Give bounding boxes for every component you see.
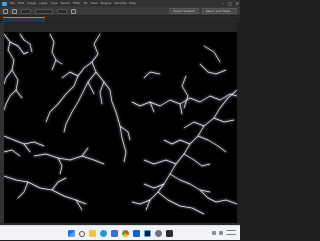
select-and-mask-button[interactable]: Select and Mask... [201, 8, 237, 14]
canvas-area [4, 22, 237, 223]
system-tray [212, 230, 236, 235]
minimize-icon[interactable]: – [222, 1, 224, 6]
menu-item-image[interactable]: Image [27, 0, 36, 7]
menu-item-type[interactable]: Type [51, 0, 58, 7]
menu-item-filter[interactable]: Filter [73, 0, 80, 7]
menu-item-help[interactable]: Help [129, 0, 136, 7]
store-icon[interactable] [110, 230, 118, 237]
select-subject-button[interactable]: Select Subject [169, 8, 199, 14]
options-bar-right: Select Subject Select and Mask... [169, 8, 237, 14]
menu-item-edit[interactable]: Edit [18, 0, 24, 7]
menu-item-select[interactable]: Select [61, 0, 70, 7]
lightning-bolts [4, 33, 237, 215]
photoshop-icon[interactable] [143, 230, 151, 237]
photoshop-window: File Edit Image Layer Type Select Filter… [0, 0, 240, 225]
lasso-tool-icon[interactable] [12, 8, 17, 14]
search-icon[interactable] [78, 230, 85, 237]
settings-icon[interactable] [154, 230, 162, 237]
windows-start-icon[interactable] [67, 230, 75, 237]
file-explorer-icon[interactable] [88, 230, 96, 237]
select-subject-label: Select Subject [173, 9, 195, 13]
window-controls: – □ × [222, 0, 239, 7]
menu-bar: File Edit Image Layer Type Select Filter… [10, 0, 136, 7]
selection-mode-select[interactable] [21, 8, 31, 14]
clock[interactable] [226, 230, 236, 235]
vertical-scrollbar[interactable] [237, 22, 240, 223]
menu-item-layer[interactable]: Layer [39, 0, 47, 7]
chrome-icon[interactable] [121, 230, 129, 237]
wifi-icon[interactable] [212, 230, 216, 235]
select-and-mask-label: Select and Mask... [205, 9, 233, 13]
terminal-icon[interactable] [165, 230, 173, 237]
close-icon[interactable]: × [236, 1, 239, 6]
menu-item-3d[interactable]: 3D [83, 0, 87, 7]
tolerance-field[interactable] [57, 8, 67, 14]
lightning-image [4, 33, 237, 215]
edge-icon[interactable] [99, 230, 107, 237]
mail-icon[interactable] [132, 230, 140, 237]
menu-item-view[interactable]: View [90, 0, 97, 7]
menu-item-window[interactable]: Window [114, 0, 126, 7]
canvas[interactable] [4, 32, 237, 223]
windows-taskbar [0, 225, 240, 240]
photoshop-logo-icon [2, 1, 7, 6]
title-bar: File Edit Image Layer Type Select Filter… [0, 0, 240, 7]
sample-size-select[interactable] [35, 8, 53, 14]
menu-item-file[interactable]: File [10, 0, 15, 7]
taskbar-icons [0, 226, 240, 241]
volume-icon[interactable] [219, 230, 223, 235]
home-icon[interactable] [3, 8, 8, 14]
anti-alias-checkbox[interactable] [71, 8, 76, 14]
menu-item-plugins[interactable]: Plugins [101, 0, 112, 7]
options-bar: Select Subject Select and Mask... [0, 7, 240, 16]
maximize-icon[interactable]: □ [228, 1, 232, 6]
